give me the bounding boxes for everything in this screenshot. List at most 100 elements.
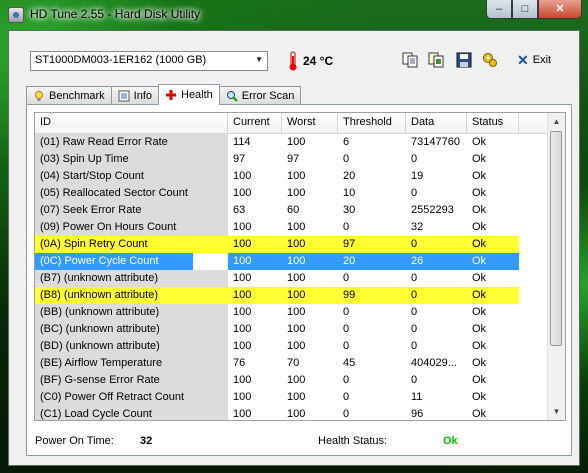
window-controls: – □ ✕ <box>486 0 582 20</box>
cell-current: 76 <box>233 357 246 369</box>
table-row[interactable]: (BF) G-sense Error Rate 100 100 0 0 Ok <box>35 372 549 389</box>
table-row[interactable]: (B7) (unknown attribute) 100 100 0 0 Ok <box>35 270 549 287</box>
cell-id: (BD) (unknown attribute) <box>35 338 228 355</box>
table-row[interactable]: (BE) Airflow Temperature 76 70 45 404029... O… <box>35 355 549 372</box>
vertical-scrollbar[interactable]: ▲ ▼ <box>547 113 565 420</box>
cell-threshold: 6 <box>343 136 350 148</box>
copy-icon[interactable] <box>401 51 419 69</box>
table-row[interactable]: (C0) Power Off Retract Count 100 100 0 11 Ok <box>35 389 549 406</box>
table-row[interactable]: (BB) (unknown attribute) 100 100 0 0 Ok <box>35 304 549 321</box>
cell-status: Ok <box>472 340 487 352</box>
maximize-button[interactable]: □ <box>512 0 538 19</box>
cell-status: Ok <box>472 306 487 318</box>
magnifier-icon <box>226 90 238 102</box>
exit-button[interactable]: ✕ Exit <box>517 51 551 69</box>
app-icon <box>8 7 24 23</box>
cell-threshold: 0 <box>343 323 350 335</box>
cell-status: Ok <box>472 170 487 182</box>
cell-current: 100 <box>233 323 252 335</box>
cell-current: 100 <box>233 170 252 182</box>
cell-threshold: 0 <box>343 153 350 165</box>
save-icon[interactable] <box>455 51 473 69</box>
column-header-worst[interactable]: Worst <box>282 113 338 133</box>
column-header-status[interactable]: Status <box>467 113 519 133</box>
close-button[interactable]: ✕ <box>538 0 582 19</box>
cell-status: Ok <box>472 187 487 199</box>
cell-threshold: 0 <box>343 374 350 386</box>
tab-info[interactable]: Info <box>110 86 159 104</box>
cell-data: 73147760 <box>411 136 460 148</box>
table-row[interactable]: (04) Start/Stop Count 100 100 20 19 Ok <box>35 168 549 185</box>
power-on-time-value: 32 <box>140 435 153 447</box>
tab-benchmark[interactable]: Benchmark <box>26 86 112 104</box>
health-cross-icon <box>166 90 176 100</box>
cell-worst: 60 <box>287 204 300 216</box>
table-row[interactable]: (0A) Spin Retry Count 100 100 97 0 Ok <box>35 236 549 253</box>
options-icon[interactable] <box>481 51 499 69</box>
column-header-threshold[interactable]: Threshold <box>338 113 406 133</box>
column-header-data[interactable]: Data <box>406 113 467 133</box>
minimize-button[interactable]: – <box>486 0 512 19</box>
drive-select-value: ST1000DM003-1ER162 (1000 GB) <box>35 54 207 66</box>
lightbulb-icon <box>35 90 43 101</box>
table-row[interactable]: (07) Seek Error Rate 63 60 30 2552293 Ok <box>35 202 549 219</box>
table-row[interactable]: (09) Power On Hours Count 100 100 0 32 Ok <box>35 219 549 236</box>
cell-data: 0 <box>406 287 467 304</box>
table-row[interactable]: (03) Spin Up Time 97 97 0 0 Ok <box>35 151 549 168</box>
cell-id: (BB) (unknown attribute) <box>35 304 228 321</box>
cell-data: 0 <box>411 374 418 386</box>
cell-id: (0A) Spin Retry Count <box>35 236 228 253</box>
cell-worst: 100 <box>287 391 306 403</box>
table-row[interactable]: (01) Raw Read Error Rate 114 100 6 73147760 O… <box>35 134 549 151</box>
cell-threshold: 0 <box>343 340 350 352</box>
cell-data: 0 <box>411 306 418 318</box>
drive-select[interactable]: ST1000DM003-1ER162 (1000 GB) ▼ <box>30 51 268 71</box>
cell-id: (07) Seek Error Rate <box>35 202 228 219</box>
cell-id: (C1) Load Cycle Count <box>35 406 228 420</box>
cell-current: 100 <box>233 272 252 284</box>
table-row[interactable]: (0C) Power Cycle Count 100 100 20 26 Ok <box>35 253 549 270</box>
cell-status: Ok <box>472 153 487 165</box>
table-body: (01) Raw Read Error Rate 114 100 6 73147760 O… <box>35 134 549 420</box>
cell-current: 100 <box>233 374 252 386</box>
copy-all-icon[interactable] <box>427 51 445 69</box>
cell-status: Ok <box>472 408 487 420</box>
cell-id: (04) Start/Stop Count <box>35 168 228 185</box>
title-bar[interactable]: HD Tune 2.55 - Hard Disk Utility – □ ✕ <box>0 0 588 30</box>
cell-data: 0 <box>411 187 418 199</box>
selection-gap <box>193 253 228 270</box>
cell-worst: 100 <box>287 221 306 233</box>
table-row[interactable]: (C1) Load Cycle Count 100 100 0 96 Ok <box>35 406 549 420</box>
cell-id: (03) Spin Up Time <box>35 151 228 168</box>
cell-data: 19 <box>411 170 424 182</box>
cell-current: 100 <box>233 221 252 233</box>
cell-data: 0 <box>411 340 418 352</box>
health-status-value: Ok <box>443 435 458 447</box>
column-header-current[interactable]: Current <box>228 113 282 133</box>
table-row[interactable]: (B8) (unknown attribute) 100 100 99 0 Ok <box>35 287 549 304</box>
scroll-down-icon[interactable]: ▼ <box>548 403 565 420</box>
tab-error-scan[interactable]: Error Scan <box>218 86 302 104</box>
thermometer-icon <box>289 51 297 71</box>
cell-threshold: 99 <box>338 287 406 304</box>
cell-data: 32 <box>411 221 424 233</box>
scroll-up-icon[interactable]: ▲ <box>548 113 565 130</box>
table-row[interactable]: (05) Reallocated Sector Count 100 100 10 0 Ok <box>35 185 549 202</box>
table-row[interactable]: (BC) (unknown attribute) 100 100 0 0 Ok <box>35 321 549 338</box>
table-row[interactable]: (BD) (unknown attribute) 100 100 0 0 Ok <box>35 338 549 355</box>
window-title: HD Tune 2.55 - Hard Disk Utility <box>30 7 201 21</box>
scroll-thumb[interactable] <box>550 131 562 346</box>
cell-threshold: 0 <box>343 306 350 318</box>
cell-worst: 100 <box>287 374 306 386</box>
tab-health[interactable]: Health <box>158 84 220 105</box>
cell-worst: 100 <box>287 272 306 284</box>
cell-id: (09) Power On Hours Count <box>35 219 228 236</box>
cell-worst: 100 <box>287 187 306 199</box>
tab-label: Error Scan <box>241 89 295 102</box>
cell-current: 100 <box>228 287 282 304</box>
info-icon <box>118 90 130 101</box>
cell-id: (B8) (unknown attribute) <box>35 287 228 304</box>
cell-current: 100 <box>233 408 252 420</box>
column-header-id[interactable]: ID <box>35 113 228 133</box>
cell-id: (01) Raw Read Error Rate <box>35 134 228 151</box>
